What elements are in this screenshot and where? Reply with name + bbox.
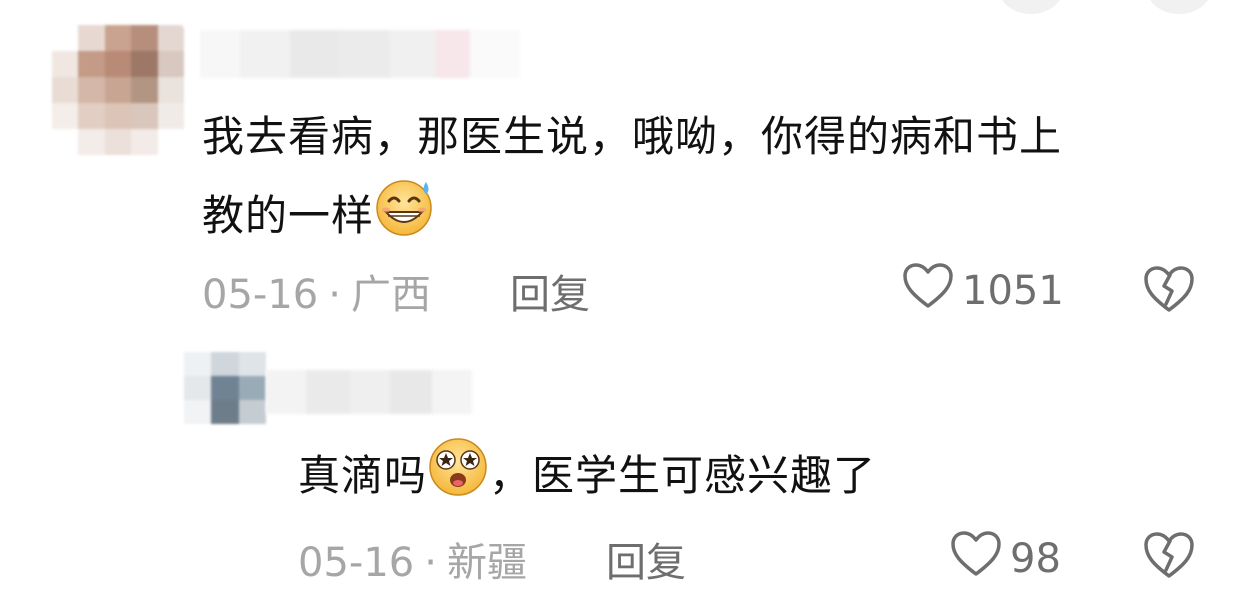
comment-location: 广西 (350, 272, 431, 318)
broken-heart-icon (1142, 532, 1196, 584)
broken-heart-icon (1142, 266, 1196, 318)
reply-text-after: ，医学生可感兴趣了 (489, 451, 877, 500)
comment-text-line-1: 我去看病，那医生说，哦呦，你得的病和书上 (202, 112, 1063, 161)
heart-outline-icon (950, 530, 1010, 588)
reply-username[interactable] (266, 370, 472, 414)
reply-location: 新疆 (446, 540, 527, 586)
reply-meta: 05-16 · 新疆 (298, 530, 527, 588)
top-action-button-1[interactable] (998, 0, 1064, 14)
reply-like-count: 98 (1010, 536, 1061, 582)
comment-text-line-2-content: 教的一样 (202, 191, 375, 240)
reply-button[interactable]: 回复 (510, 262, 590, 320)
star-eyes-emoji-icon (427, 436, 489, 513)
avatar[interactable] (52, 25, 184, 155)
dislike-button[interactable] (1142, 264, 1196, 318)
reply-like-button[interactable]: 98 (950, 530, 1061, 588)
reply-text-before: 真滴吗 (298, 451, 428, 500)
reply-reply-button[interactable]: 回复 (606, 530, 686, 588)
meta-separator: · (328, 272, 341, 318)
comment-text: 我去看病，那医生说，哦呦，你得的病和书上 教的一样 (202, 108, 1062, 257)
comment-date: 05-16 (202, 272, 319, 318)
reply-dislike-button[interactable] (1142, 530, 1196, 584)
comment-text-line-2: 教的一样 (202, 180, 1062, 257)
comment-meta: 05-16 · 广西 (202, 262, 431, 320)
like-button[interactable]: 1051 (902, 262, 1064, 320)
meta-separator: · (424, 540, 437, 586)
reply-avatar[interactable] (184, 352, 266, 424)
heart-outline-icon (902, 262, 962, 320)
reply-text: 真滴吗 ，医学生可感兴趣了 (298, 438, 877, 517)
top-action-button-2[interactable] (1146, 0, 1212, 14)
reply-date: 05-16 (298, 540, 415, 586)
like-count: 1051 (962, 268, 1064, 314)
username[interactable] (200, 30, 520, 78)
sweat-grin-emoji-icon (374, 176, 438, 253)
